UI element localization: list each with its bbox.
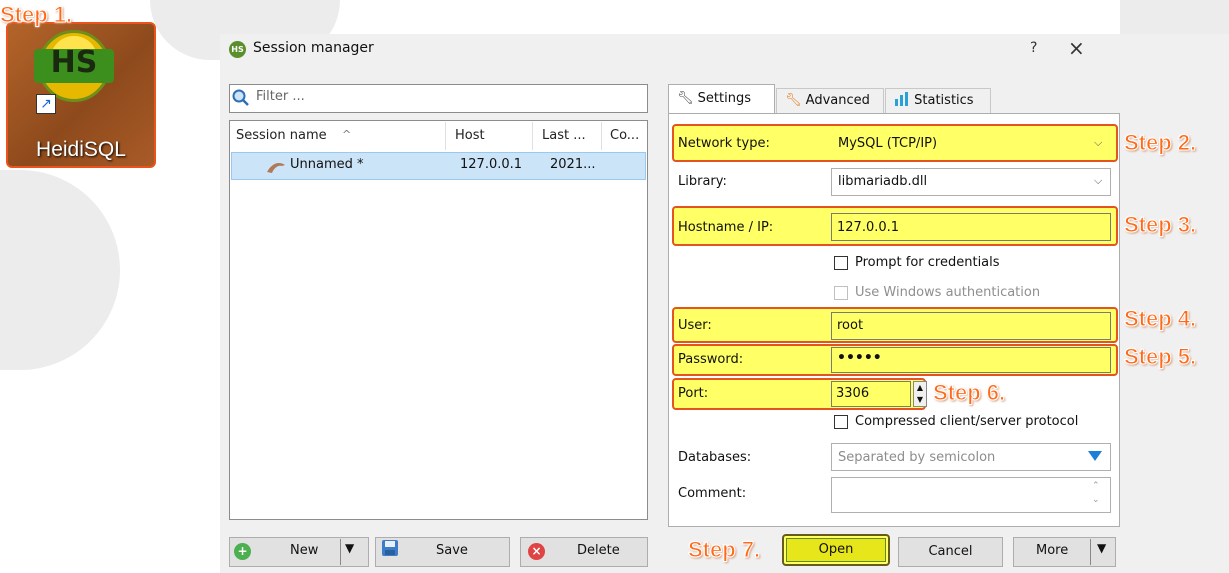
wrench-orange-icon: 🔧︎ [785, 93, 802, 108]
split-divider [1090, 539, 1091, 565]
close-button[interactable]: × [1068, 36, 1085, 60]
library-label: Library: [678, 174, 727, 189]
split-divider [340, 539, 341, 565]
search-icon [232, 89, 249, 106]
more-button-label: More [1036, 543, 1069, 558]
step-5-label: Step 5. [1123, 344, 1197, 370]
column-connection-count[interactable]: Co... [610, 128, 639, 143]
column-divider [601, 122, 602, 150]
network-type-label: Network type: [678, 136, 770, 151]
step-4-label: Step 4. [1123, 306, 1197, 332]
new-button-label: New [290, 543, 319, 558]
compressed-label: Compressed client/server protocol [855, 414, 1079, 429]
hostname-label: Hostname / IP: [678, 220, 774, 235]
bar-chart-icon [895, 92, 908, 106]
user-input[interactable] [831, 312, 1111, 340]
port-label: Port: [678, 386, 709, 401]
save-button-label: Save [436, 543, 468, 558]
open-button[interactable]: Open [786, 538, 886, 562]
chevron-down-icon: ⌵ [1094, 174, 1103, 187]
delete-button-label: Delete [577, 543, 620, 558]
library-value: libmariadb.dll [838, 174, 928, 189]
column-last-connect[interactable]: Last ... [542, 128, 586, 143]
hostname-value: 127.0.0.1 [837, 220, 900, 235]
new-dropdown-icon[interactable]: ▼ [345, 541, 354, 555]
port-spinner[interactable]: ▲ ▼ [913, 381, 927, 407]
user-label: User: [678, 318, 712, 333]
wrench-icon: 🔧︎ [677, 91, 694, 106]
port-value: 3306 [836, 386, 870, 401]
step-6-label: Step 6. [932, 380, 1006, 406]
step-3-label: Step 3. [1123, 212, 1197, 238]
step-7-label: Step 7. [687, 537, 761, 563]
databases-label: Databases: [678, 450, 752, 465]
cancel-button[interactable]: Cancel [898, 537, 1003, 567]
dropdown-arrow-icon[interactable] [1087, 450, 1103, 462]
password-label: Password: [678, 352, 744, 367]
desktop-icon-label: HeidiSQL [36, 138, 126, 161]
session-list[interactable] [229, 120, 648, 520]
step-1-label: Step 1. [0, 2, 73, 28]
user-value: root [837, 318, 864, 333]
tab-advanced[interactable]: 🔧︎ Advanced [776, 88, 884, 114]
add-icon: + [234, 543, 251, 560]
tab-advanced-label: Advanced [805, 93, 870, 108]
tab-settings[interactable]: 🔧︎ Settings [668, 84, 775, 114]
save-icon [382, 540, 398, 556]
scroll-arrows-icon[interactable]: ⌃ ⌄ [1092, 479, 1100, 507]
delete-icon: × [528, 543, 545, 560]
background-shape [0, 170, 120, 370]
column-divider [445, 122, 446, 150]
tab-statistics-label: Statistics [914, 93, 974, 108]
help-button[interactable]: ? [1030, 40, 1037, 56]
comment-label: Comment: [678, 486, 747, 501]
column-host[interactable]: Host [455, 128, 485, 143]
dialog-title: Session manager [253, 40, 374, 56]
app-icon: HS [229, 41, 246, 58]
prompt-credentials-label: Prompt for credentials [855, 255, 1000, 270]
more-dropdown-icon[interactable]: ▼ [1097, 541, 1106, 555]
tab-settings-label: Settings [697, 91, 751, 106]
session-host-cell: 127.0.0.1 [460, 157, 523, 172]
chevron-down-icon: ⌵ [1094, 136, 1103, 149]
comment-textarea[interactable] [831, 477, 1111, 513]
network-type-value: MySQL (TCP/IP) [838, 136, 938, 151]
column-divider [532, 122, 533, 150]
session-last-cell: 2021... [550, 157, 596, 172]
windows-auth-checkbox[interactable] [834, 286, 848, 300]
prompt-credentials-checkbox[interactable] [834, 256, 848, 270]
filter-placeholder: Filter ... [256, 89, 305, 104]
logo-letters: HS [50, 45, 98, 80]
shortcut-arrow-icon: ↗ [36, 94, 56, 114]
session-name-cell: Unnamed * [290, 157, 364, 172]
sort-ascending-icon: ^ [342, 128, 352, 141]
dolphin-icon [267, 163, 285, 173]
windows-auth-label: Use Windows authentication [855, 285, 1041, 300]
column-session-name[interactable]: Session name [236, 128, 327, 143]
step-2-label: Step 2. [1123, 130, 1197, 156]
databases-placeholder: Separated by semicolon [838, 450, 996, 465]
compressed-checkbox[interactable] [834, 415, 848, 429]
password-value: ••••• [837, 350, 882, 366]
tab-statistics[interactable]: Statistics [885, 88, 991, 114]
